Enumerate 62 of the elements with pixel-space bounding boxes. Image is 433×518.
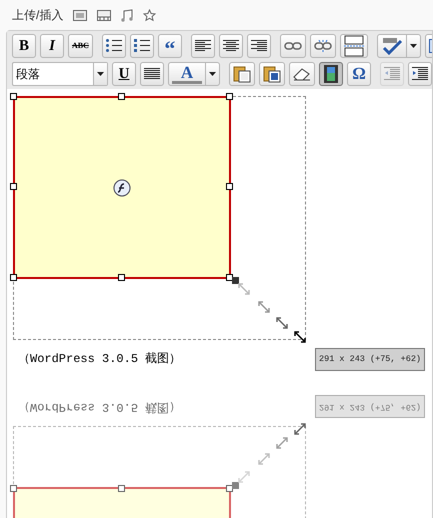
clipboard-icon	[263, 65, 281, 83]
toolbar-button[interactable]	[340, 34, 368, 58]
caret-icon	[410, 44, 417, 48]
link-icon	[284, 40, 302, 52]
align-lines-icon	[144, 68, 160, 80]
bold-button[interactable]: B	[12, 34, 36, 58]
resize-handle[interactable]	[10, 183, 17, 190]
image-icon[interactable]	[73, 10, 88, 20]
toolbar-button[interactable]	[259, 62, 285, 86]
image-caption: （WordPress 3.0.5 截图）	[18, 399, 182, 416]
size-tooltip: 291 x 243 (+75, +62)	[315, 395, 426, 418]
flash-object[interactable]	[13, 96, 231, 279]
align-lines-icon	[222, 40, 239, 52]
blockquote-button[interactable]: “	[158, 34, 182, 58]
toolbar-button[interactable]	[130, 34, 154, 58]
caret-icon	[209, 72, 216, 76]
align-lines-icon	[194, 40, 211, 52]
eraser-icon	[293, 67, 311, 81]
toolbar-button[interactable]	[289, 62, 315, 86]
clipboard-icon	[233, 65, 251, 83]
star-icon[interactable]	[143, 8, 156, 22]
toolbar-button[interactable]	[408, 62, 432, 86]
spellcheck-icon	[380, 37, 403, 55]
music-note-icon[interactable]	[121, 8, 134, 22]
unlink-icon	[314, 40, 332, 52]
spellcheck-button[interactable]	[376, 34, 421, 58]
image-caption: （WordPress 3.0.5 截图）	[18, 351, 182, 368]
underline-button[interactable]: U	[112, 62, 136, 86]
page-break-icon	[344, 35, 364, 57]
strikethrough-button[interactable]: ABC	[68, 34, 93, 58]
format-select[interactable]: 段落	[12, 62, 108, 86]
toolbar-button[interactable]	[102, 34, 126, 58]
list-icon	[134, 39, 150, 53]
toolbar-button[interactable]	[246, 34, 271, 58]
outdent-icon	[384, 67, 400, 81]
toolbar-button[interactable]	[229, 62, 255, 86]
list-icon	[106, 39, 122, 53]
align-lines-icon	[250, 40, 267, 52]
size-tooltip: 291 x 243 (+75, +62)	[315, 348, 426, 371]
resize-handle[interactable]	[226, 183, 233, 190]
resize-handle[interactable]	[118, 274, 125, 281]
upload-insert-label: 上传/插入	[12, 7, 64, 24]
special-character-button[interactable]: Ω	[347, 62, 371, 86]
toolbar-button[interactable]	[319, 62, 343, 86]
resize-handle[interactable]	[226, 93, 233, 100]
resize-handle[interactable]	[10, 485, 17, 492]
indent-icon	[412, 67, 428, 81]
resize-handle[interactable]	[226, 274, 233, 281]
resize-handle[interactable]	[118, 93, 125, 100]
text-color-button[interactable]: A	[168, 62, 220, 86]
resize-handle[interactable]	[118, 485, 125, 492]
toolbar-button[interactable]	[218, 34, 243, 58]
film-icon	[324, 65, 338, 83]
resize-handle[interactable]	[10, 93, 17, 100]
italic-button[interactable]: I	[40, 34, 64, 58]
caret-icon	[97, 72, 104, 76]
video-icon[interactable]	[97, 10, 112, 20]
resize-handle[interactable]	[226, 485, 233, 492]
resize-handle[interactable]	[10, 274, 17, 281]
flash-icon	[113, 178, 131, 196]
toolbar-button[interactable]	[190, 34, 215, 58]
toolbar-button[interactable]	[140, 62, 164, 86]
